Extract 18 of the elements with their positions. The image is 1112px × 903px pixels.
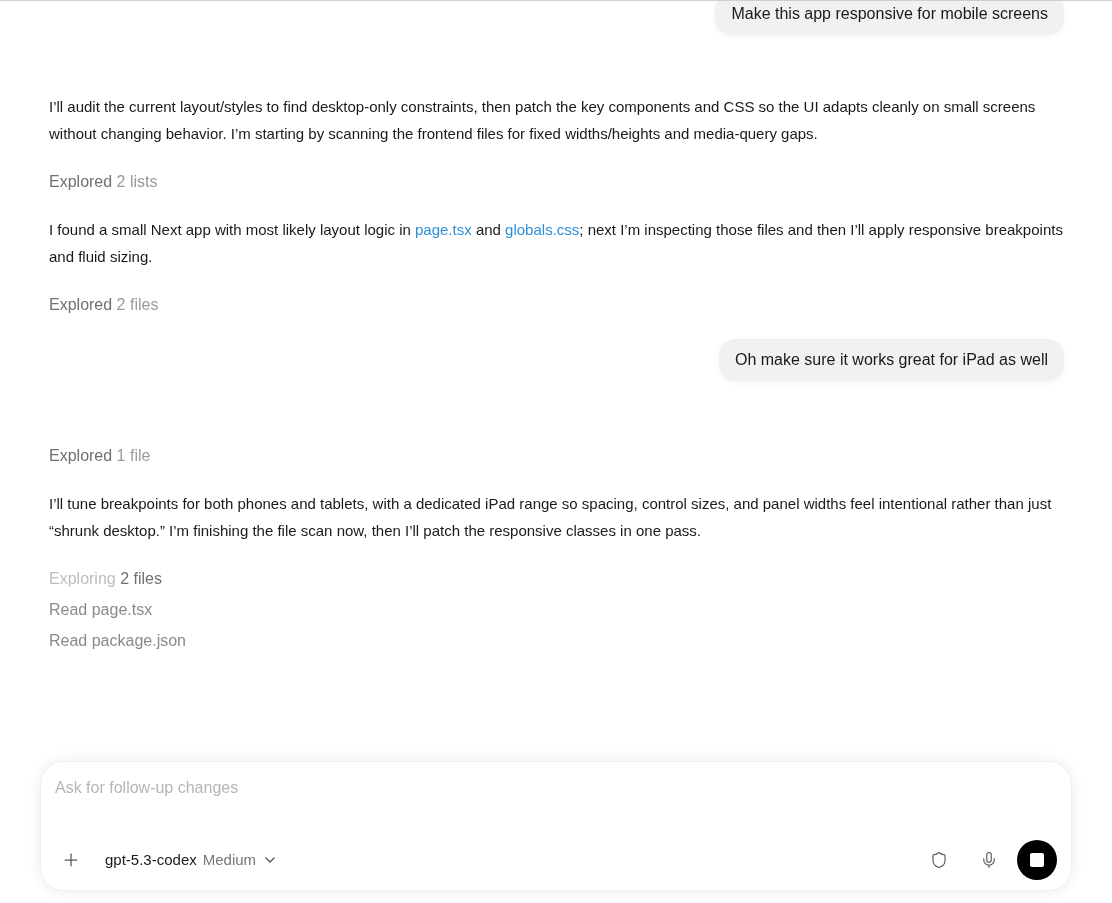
follow-up-input[interactable]: Ask for follow-up changes xyxy=(55,776,1057,800)
user-message-bubble: Oh make sure it works great for iPad as well xyxy=(719,339,1064,381)
stop-button[interactable] xyxy=(1017,840,1057,880)
assistant-paragraph: I’ll audit the current layout/styles to find desktop-only constraints, then patch the key components and CSS so the UI adapts cleanly on small screens without changing behavior. I’m starting by scanning the frontend files for fixed widths/heights and media-query gaps. xyxy=(49,97,1037,144)
assistant-paragraph: I found a small Next app with most likely layout logic in page.tsx and globals.css; next I’m inspecting those files and then I’ll apply responsive breakpoints and fluid sizing. xyxy=(49,220,1064,267)
activity-line[interactable]: Explored 2 lists xyxy=(49,168,158,195)
shield-icon xyxy=(930,851,948,869)
activity-line[interactable]: Explored 1 file xyxy=(49,442,151,469)
user-message-bubble: Make this app responsive for mobile screens xyxy=(715,1,1064,35)
model-selector[interactable]: gpt-5.3-codex Medium xyxy=(105,848,279,872)
activity-line[interactable]: Exploring 2 files xyxy=(49,565,162,592)
stop-icon xyxy=(1030,853,1044,867)
activity-line[interactable]: Explored 2 files xyxy=(49,291,159,318)
microphone-icon xyxy=(980,851,998,869)
assistant-paragraph: I’ll tune breakpoints for both phones and tablets, with a dedicated iPad range so spacing, control sizes, and panel widths feel intentional rather than just “shrunk desktop.” I’m finishing the file scan now, then I’ll patch the responsive classes in one pass. xyxy=(49,494,1053,541)
file-link[interactable]: page.tsx xyxy=(415,221,472,238)
step-line: Read package.json xyxy=(49,631,186,651)
step-line: Read page.tsx xyxy=(49,600,153,620)
